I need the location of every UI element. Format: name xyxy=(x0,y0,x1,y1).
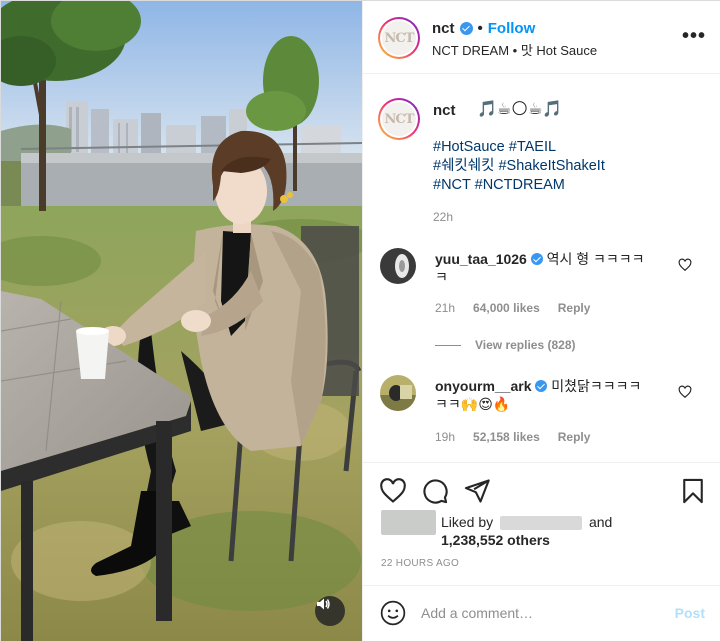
comment-input[interactable] xyxy=(421,599,661,627)
caption-emoji: 🎵☕🌕☕🎵 xyxy=(477,101,563,118)
comment-time[interactable]: 21h xyxy=(435,301,455,315)
comment-username[interactable]: onyourm__ark xyxy=(435,378,531,394)
caption-username[interactable]: nct xyxy=(433,102,456,119)
comment-meta: 19h 52,158 likes Reply xyxy=(435,430,590,444)
comment-text-continued: ㅋ xyxy=(435,269,448,285)
comment-like-heart-icon[interactable] xyxy=(678,385,692,399)
add-comment-bar: Post xyxy=(363,585,720,641)
post-action-bar xyxy=(363,462,720,517)
heart-icon[interactable] xyxy=(379,477,407,505)
liker-username-redacted[interactable] xyxy=(500,516,583,531)
author-username[interactable]: nct xyxy=(432,20,455,37)
comment-body: yuu_taa_1026 역시 형 ㅋㅋㅋㅋ ㅋ xyxy=(435,250,665,286)
likes-count[interactable]: 1,238,552 others xyxy=(441,532,550,548)
video-frame-illustration xyxy=(1,1,362,641)
comments-list[interactable]: NCT nct 🎵☕🌕☕🎵 #HotSauce #TAEIL #쉐킷쉐킷 #Sh… xyxy=(363,74,720,462)
reply-button[interactable]: Reply xyxy=(558,301,591,315)
hashtag-line[interactable]: #NCT #NCTDREAM xyxy=(433,176,605,195)
post-comment-button[interactable]: Post xyxy=(675,605,705,621)
separator-dot: • xyxy=(477,20,483,37)
comment-username[interactable]: yuu_taa_1026 xyxy=(435,251,527,267)
post-header: NCT nct • Follow NCT DREAM • 맛 Hot Sauce… xyxy=(363,1,720,74)
verified-badge-icon xyxy=(535,380,548,392)
verified-badge-icon xyxy=(459,22,473,35)
post-video[interactable] xyxy=(1,1,362,641)
author-avatar[interactable]: NCT xyxy=(378,17,420,59)
share-icon[interactable] xyxy=(463,477,491,505)
verified-badge-icon xyxy=(530,253,543,265)
avatar-image xyxy=(380,375,416,411)
comment-text: 미쳤닭ㅋㅋㅋㅋ xyxy=(551,378,642,394)
view-replies-label: View replies (828) xyxy=(475,338,576,352)
instagram-post-window: NCT nct • Follow NCT DREAM • 맛 Hot Sauce… xyxy=(0,0,720,641)
caption-timestamp[interactable]: 22h xyxy=(433,210,453,224)
likes-and-label: and xyxy=(588,514,613,530)
comment-icon[interactable] xyxy=(421,477,449,505)
more-options-icon[interactable]: ••• xyxy=(682,25,706,48)
author-line: nct • Follow xyxy=(432,20,535,37)
liked-by-label: Liked by xyxy=(441,514,494,530)
comment-time[interactable]: 19h xyxy=(435,430,455,444)
comment-likes[interactable]: 64,000 likes xyxy=(473,301,540,315)
commenter-avatar[interactable] xyxy=(380,248,416,284)
hashtag-line[interactable]: #HotSauce #TAEIL xyxy=(433,138,605,157)
reply-button[interactable]: Reply xyxy=(558,430,591,444)
nct-logo: NCT xyxy=(382,21,416,55)
audio-label[interactable]: NCT DREAM • 맛 Hot Sauce xyxy=(432,40,597,59)
nct-logo: NCT xyxy=(382,102,416,136)
replies-divider-line xyxy=(435,344,461,346)
liker-avatar-thumbnail[interactable] xyxy=(381,510,436,535)
comment-likes[interactable]: 52,158 likes xyxy=(473,430,540,444)
emoji-icon[interactable] xyxy=(380,600,406,626)
caption-avatar[interactable]: NCT xyxy=(378,98,420,140)
caption-hashtags: #HotSauce #TAEIL #쉐킷쉐킷 #ShakeItShakeIt #… xyxy=(433,138,605,195)
follow-button[interactable]: Follow xyxy=(488,20,536,37)
view-replies-button[interactable]: View replies (828) xyxy=(435,338,576,352)
comment-like-heart-icon[interactable] xyxy=(678,258,692,272)
comment-text-continued: ㅋㅋ🙌😍🔥 xyxy=(435,396,511,412)
comment-meta: 21h 64,000 likes Reply xyxy=(435,301,590,315)
post-details-pane: NCT nct • Follow NCT DREAM • 맛 Hot Sauce… xyxy=(362,1,720,641)
sound-toggle-button[interactable] xyxy=(315,596,345,626)
avatar-image xyxy=(380,248,416,284)
bookmark-icon[interactable] xyxy=(679,477,707,505)
commenter-avatar[interactable] xyxy=(380,375,416,411)
hashtag-line[interactable]: #쉐킷쉐킷 #ShakeItShakeIt xyxy=(433,157,605,176)
speaker-icon xyxy=(317,598,330,610)
comment-text: 역시 형 ㅋㅋㅋㅋ xyxy=(546,251,645,267)
liked-by-line: Liked by and xyxy=(441,514,613,531)
post-timestamp[interactable]: 22 HOURS AGO xyxy=(381,558,459,569)
comment-body: onyourm__ark 미쳤닭ㅋㅋㅋㅋ ㅋㅋ🙌😍🔥 xyxy=(435,377,665,413)
